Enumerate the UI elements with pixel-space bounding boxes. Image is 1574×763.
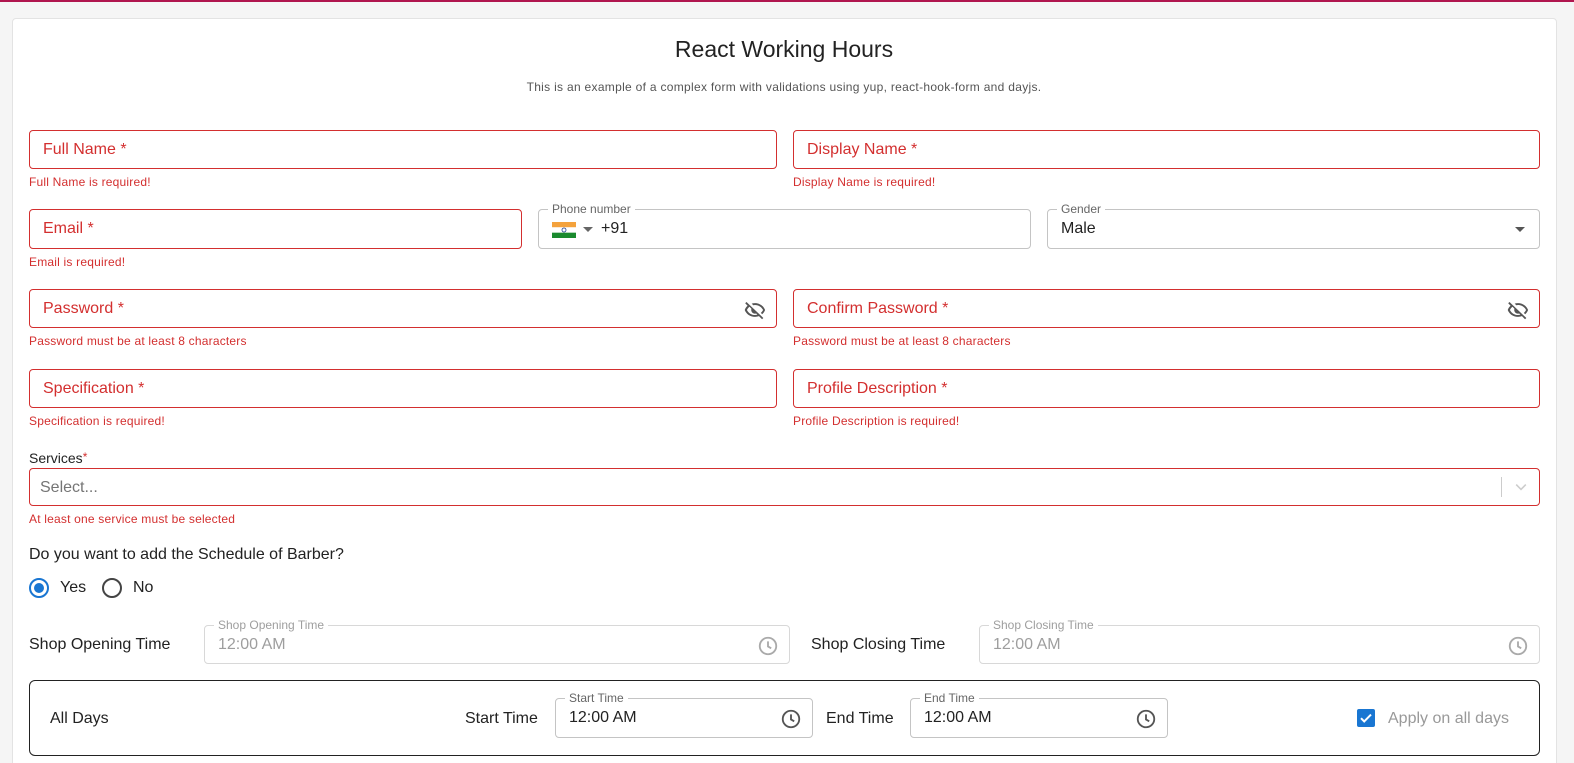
- profile-description-input[interactable]: Profile Description *: [793, 369, 1540, 408]
- gender-value: Male: [1061, 220, 1096, 237]
- phone-legend: Phone number: [548, 202, 635, 216]
- visibility-off-icon[interactable]: [1507, 299, 1529, 321]
- display-name-label: Display Name *: [807, 141, 918, 158]
- phone-input[interactable]: Phone number +91: [538, 202, 1031, 249]
- services-required-mark: *: [82, 450, 88, 464]
- checkmark-icon: [1360, 713, 1372, 723]
- end-time-label: End Time: [826, 710, 894, 727]
- password-input[interactable]: Password *: [29, 289, 777, 328]
- shop-closing-label: Shop Closing Time: [811, 636, 946, 653]
- clock-icon[interactable]: [757, 635, 779, 657]
- specification-input[interactable]: Specification *: [29, 369, 777, 408]
- services-label: Services*: [29, 450, 87, 466]
- schedule-question: Do you want to add the Schedule of Barbe…: [29, 546, 344, 563]
- radio-no[interactable]: [102, 578, 122, 598]
- apply-all-days-checkbox[interactable]: [1357, 709, 1375, 727]
- specification-error: Specification is required!: [29, 414, 165, 428]
- profile-description-error: Profile Description is required!: [793, 414, 960, 428]
- email-error: Email is required!: [29, 255, 126, 269]
- page-subtitle: This is an example of a complex form wit…: [526, 80, 1042, 94]
- gender-legend: Gender: [1057, 202, 1106, 216]
- shop-closing-legend: Shop Closing Time: [989, 618, 1098, 632]
- shop-opening-label: Shop Opening Time: [29, 636, 171, 653]
- chevron-down-icon: [1515, 227, 1525, 232]
- services-separator: [1501, 477, 1502, 497]
- password-label: Password *: [43, 300, 124, 317]
- end-time-input[interactable]: End Time 12:00 AM: [910, 691, 1168, 738]
- country-dropdown-icon[interactable]: [583, 227, 593, 232]
- phone-value: +91: [601, 220, 629, 237]
- start-time-legend: Start Time: [565, 691, 628, 705]
- chevron-down-icon[interactable]: [1513, 479, 1529, 500]
- email-label: Email *: [43, 220, 94, 237]
- services-placeholder: Select...: [40, 479, 98, 496]
- shop-opening-legend: Shop Opening Time: [214, 618, 329, 632]
- india-flag-icon[interactable]: [552, 222, 576, 238]
- specification-label: Specification *: [43, 380, 145, 397]
- top-accent-bar: [0, 0, 1574, 2]
- confirm-password-label: Confirm Password *: [807, 300, 949, 317]
- profile-description-label: Profile Description *: [807, 380, 948, 397]
- clock-icon[interactable]: [1135, 708, 1157, 730]
- apply-all-days-label[interactable]: Apply on all days: [1388, 710, 1509, 728]
- gender-select[interactable]: Gender Male: [1047, 202, 1540, 249]
- services-select[interactable]: Select...: [29, 468, 1540, 506]
- shop-opening-value: 12:00 AM: [218, 636, 286, 653]
- shop-opening-time-input[interactable]: Shop Opening Time 12:00 AM: [204, 618, 790, 664]
- page-title: React Working Hours: [674, 36, 894, 62]
- radio-yes[interactable]: [29, 578, 49, 598]
- clock-icon[interactable]: [1507, 635, 1529, 657]
- confirm-password-input[interactable]: Confirm Password *: [793, 289, 1540, 328]
- end-time-legend: End Time: [920, 691, 979, 705]
- display-name-error: Display Name is required!: [793, 175, 936, 189]
- services-label-text: Services: [29, 450, 83, 466]
- email-input[interactable]: Email *: [29, 209, 522, 249]
- password-error: Password must be at least 8 characters: [29, 334, 247, 348]
- start-time-label: Start Time: [465, 710, 538, 727]
- visibility-off-icon[interactable]: [744, 299, 766, 321]
- display-name-input[interactable]: Display Name *: [793, 130, 1540, 169]
- full-name-error: Full Name is required!: [29, 175, 151, 189]
- end-time-value: 12:00 AM: [924, 709, 992, 726]
- shop-closing-value: 12:00 AM: [993, 636, 1061, 653]
- start-time-value: 12:00 AM: [569, 709, 637, 726]
- confirm-password-error: Password must be at least 8 characters: [793, 334, 1011, 348]
- radio-no-label[interactable]: No: [133, 579, 153, 597]
- full-name-input[interactable]: Full Name *: [29, 130, 777, 169]
- radio-yes-label[interactable]: Yes: [60, 579, 86, 597]
- all-days-label: All Days: [50, 710, 109, 727]
- clock-icon[interactable]: [780, 708, 802, 730]
- shop-closing-time-input[interactable]: Shop Closing Time 12:00 AM: [979, 618, 1540, 664]
- full-name-label: Full Name *: [43, 141, 127, 158]
- start-time-input[interactable]: Start Time 12:00 AM: [555, 691, 813, 738]
- services-error: At least one service must be selected: [29, 512, 236, 526]
